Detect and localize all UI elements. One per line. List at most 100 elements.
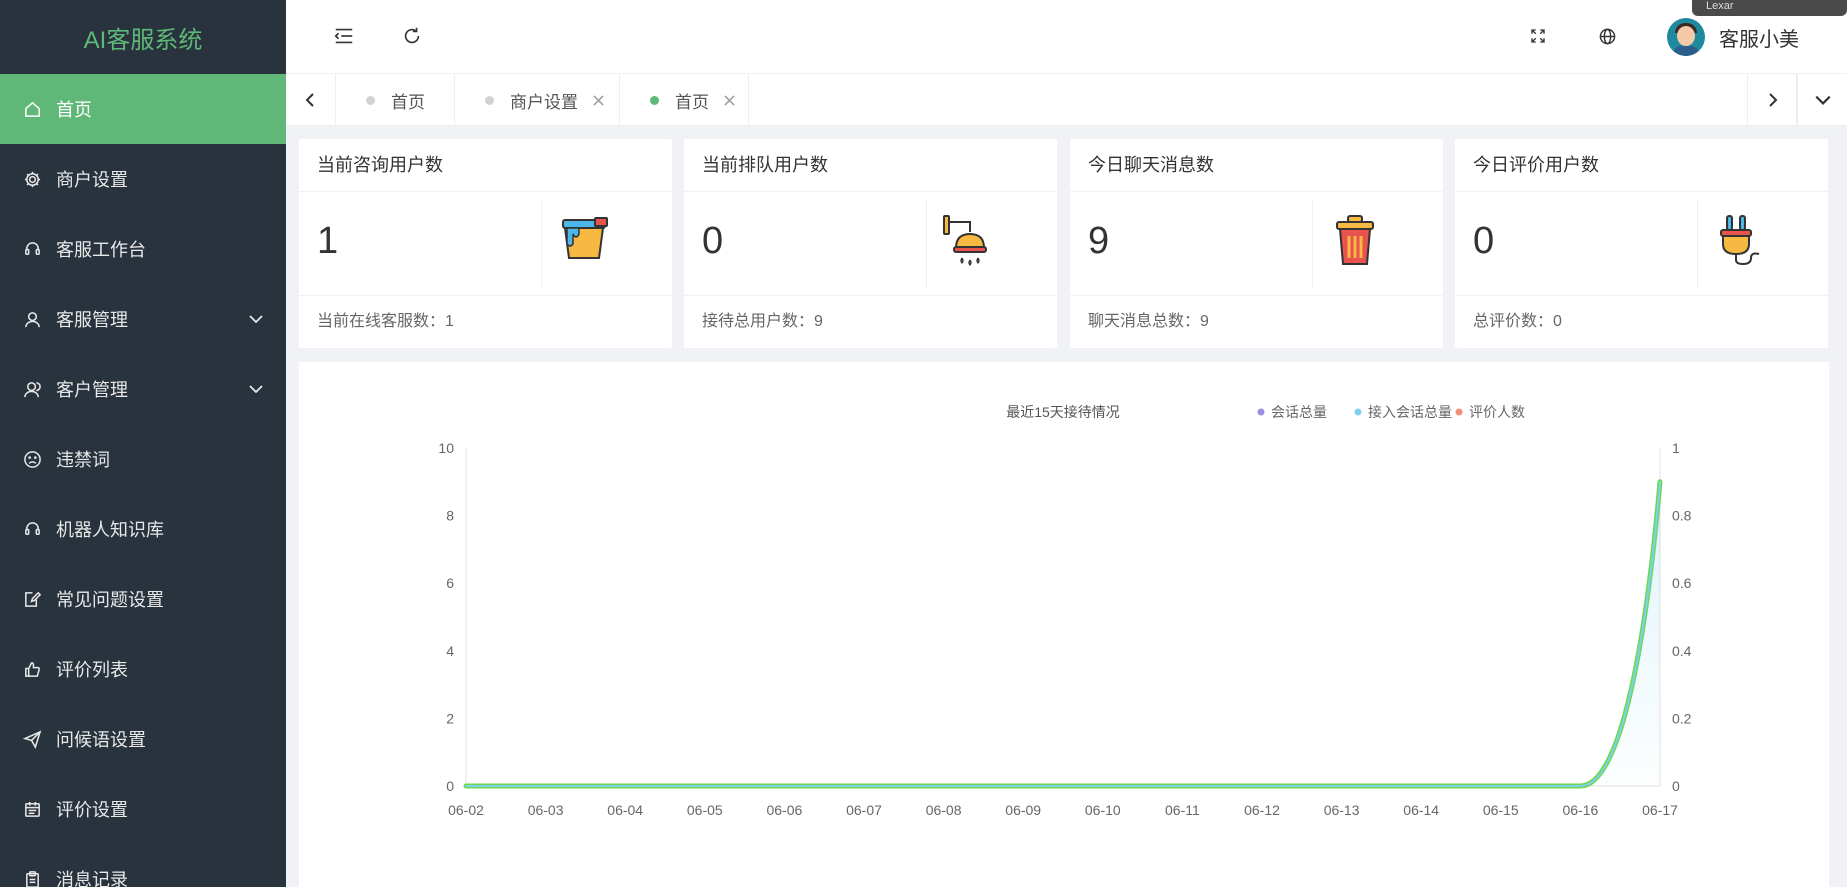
y-right-tick-label: 0.6 <box>1672 575 1692 591</box>
headset-icon <box>22 519 42 539</box>
tab-dot <box>366 95 375 105</box>
sidebar-item-10[interactable]: 评价设置 <box>0 774 286 844</box>
tab-home[interactable]: 首页 <box>336 74 455 126</box>
stat-card-consulting-users: 当前咨询用户数 1 当前在线客服数：1 <box>299 139 672 348</box>
tab-bar: 首页 商户设置 首页 <box>286 74 1847 126</box>
legend-marker-2 <box>1455 408 1463 416</box>
x-tick-label: 06-12 <box>1244 802 1280 818</box>
x-tick-label: 06-15 <box>1483 802 1519 818</box>
reception-line-chart: 最近15天接待情况 会话总量 接入会话总量 评价人数 024681000.20.40… <box>438 404 1691 818</box>
tab-merchant-settings[interactable]: 商户设置 <box>455 74 620 126</box>
y-left-tick-label: 0 <box>446 778 454 794</box>
x-tick-label: 06-16 <box>1562 802 1598 818</box>
sidebar-item-label: 机器人知识库 <box>56 520 164 540</box>
sidebar-item-4[interactable]: 客户管理 <box>0 354 286 424</box>
sidebar-item-2[interactable]: 客服工作台 <box>0 214 286 284</box>
y-right-tick-label: 1 <box>1672 440 1680 456</box>
y-right-tick-label: 0.8 <box>1672 508 1692 524</box>
sidebar-item-3[interactable]: 客服管理 <box>0 284 286 354</box>
tab-dot <box>485 95 494 105</box>
x-tick-label: 06-07 <box>846 802 882 818</box>
y-left-tick-label: 8 <box>446 508 454 524</box>
clipboard-icon <box>22 869 42 887</box>
series-line-0 <box>463 479 1663 789</box>
avatar <box>1667 18 1705 56</box>
trash-icon <box>1336 215 1374 265</box>
menu-toggle-icon[interactable] <box>332 24 356 48</box>
card-footer: 聊天消息总数：9 <box>1088 313 1209 330</box>
sidebar-item-label: 消息记录 <box>56 870 128 887</box>
sidebar-item-label: 问候语设置 <box>56 730 146 750</box>
sidebar-item-label: 客服工作台 <box>56 240 146 260</box>
sidebar-item-0[interactable]: 首页 <box>0 74 286 144</box>
chevron-down-icon <box>248 311 264 327</box>
sidebar-item-7[interactable]: 常见问题设置 <box>0 564 286 634</box>
x-tick-label: 06-08 <box>926 802 962 818</box>
sidebar-item-5[interactable]: 违禁词 <box>0 424 286 494</box>
x-tick-label: 06-17 <box>1642 802 1678 818</box>
y-left-tick-label: 6 <box>446 575 454 591</box>
card-title: 当前排队用户数 <box>684 139 1057 192</box>
tab-scroll-left-icon[interactable] <box>286 74 336 126</box>
sidebar: AI客服系统 首页商户设置客服工作台客服管理客户管理违禁词机器人知识库 常见问题设… <box>0 0 286 887</box>
sidebar-item-label: 评价列表 <box>56 660 128 680</box>
sidebar-item-label: 首页 <box>56 100 92 120</box>
card-title: 当前咨询用户数 <box>299 139 672 192</box>
series-line-1 <box>465 480 1661 787</box>
x-tick-label: 06-09 <box>1005 802 1041 818</box>
fullscreen-icon[interactable] <box>1526 24 1550 48</box>
y-left-tick-label: 4 <box>446 643 454 659</box>
top-header: 客服小美 Lexar <box>286 0 1847 74</box>
headset-icon <box>22 239 42 259</box>
close-icon[interactable] <box>592 93 606 107</box>
card-footer: 接待总用户数：9 <box>702 313 823 330</box>
tab-dropdown-icon[interactable] <box>1797 74 1847 126</box>
card-footer: 总评价数：0 <box>1473 313 1562 330</box>
globe-language-icon[interactable] <box>1595 24 1619 48</box>
chart-legend: 会话总量 接入会话总量 评价人数 <box>1257 404 1525 420</box>
send-icon <box>22 729 42 749</box>
card-footer: 当前在线客服数：1 <box>317 313 454 330</box>
sidebar-item-11[interactable]: 消息记录 <box>0 844 286 887</box>
x-tick-label: 06-14 <box>1403 802 1439 818</box>
legend-label-0: 会话总量 <box>1271 404 1327 420</box>
y-right-tick-label: 0.2 <box>1672 710 1692 726</box>
app-logo-title: AI客服系统 <box>83 26 203 54</box>
legend-marker-0 <box>1257 408 1265 416</box>
x-tick-label: 06-06 <box>766 802 802 818</box>
card-value: 9 <box>1088 220 1110 262</box>
legend-marker-1 <box>1354 408 1362 416</box>
card-value: 1 <box>317 220 339 262</box>
reception-chart-panel: 最近15天接待情况 会话总量 接入会话总量 评价人数 0 2 4 6 8 10 0 0.2 0.4 0… <box>299 362 1829 887</box>
chevron-down-icon <box>248 381 264 397</box>
tab-scroll-right-icon[interactable] <box>1747 74 1797 126</box>
y-right-tick-label: 0.4 <box>1672 643 1692 659</box>
users-icon <box>22 379 42 399</box>
user-menu[interactable]: 客服小美 <box>1667 17 1799 57</box>
sidebar-item-8[interactable]: 评价列表 <box>0 634 286 704</box>
chart-axes: 0 2 4 6 8 10 0 0.2 0.4 0.6 0.8 1 06-02 06-03 06-04 06-0… <box>438 440 1691 818</box>
username: 客服小美 <box>1719 28 1799 51</box>
tab-dot-active <box>650 95 659 105</box>
sidebar-item-6[interactable]: 机器人知识库 <box>0 494 286 564</box>
chart-title: 最近15天接待情况 <box>1006 404 1120 420</box>
edit-doc-icon <box>22 589 42 609</box>
x-tick-label: 06-03 <box>528 802 564 818</box>
sidebar-item-label: 客服管理 <box>56 310 128 330</box>
shower-icon <box>943 215 987 266</box>
y-left-tick-label: 2 <box>446 710 454 726</box>
sad-face-icon <box>22 449 42 469</box>
sidebar-item-9[interactable]: 问候语设置 <box>0 704 286 774</box>
sidebar-item-label: 评价设置 <box>56 800 128 820</box>
x-tick-label: 06-05 <box>687 802 723 818</box>
sidebar-item-label: 客户管理 <box>56 380 128 400</box>
close-icon[interactable] <box>723 93 737 107</box>
sidebar-item-label: 商户设置 <box>56 170 128 190</box>
tab-home-active[interactable]: 首页 <box>620 74 749 126</box>
tab-label: 商户设置 <box>510 92 578 112</box>
stat-card-today-messages: 今日聊天消息数 9 聊天消息总数：9 <box>1070 139 1443 348</box>
sidebar-item-1[interactable]: 商户设置 <box>0 144 286 214</box>
sidebar-item-label: 常见问题设置 <box>56 590 164 610</box>
x-tick-label: 06-13 <box>1324 802 1360 818</box>
refresh-icon[interactable] <box>400 24 424 48</box>
